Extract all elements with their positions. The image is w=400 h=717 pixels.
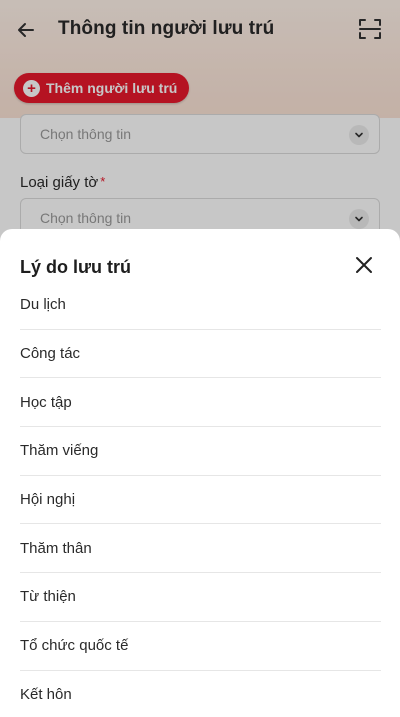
option-hoc-tap[interactable]: Học tập [20, 378, 381, 428]
sheet-title: Lý do lưu trú [20, 257, 132, 277]
reason-bottom-sheet: Lý do lưu trú Du lịch Công tác Học tập T… [0, 229, 400, 717]
close-button[interactable] [352, 253, 376, 277]
option-tham-than[interactable]: Thăm thân [20, 524, 381, 574]
option-tham-vieng[interactable]: Thăm viếng [20, 427, 381, 476]
option-to-chuc-quoc-te[interactable]: Tổ chức quốc tế [20, 622, 381, 671]
reason-options-list: Du lịch Công tác Học tập Thăm viếng Hội … [20, 281, 381, 717]
option-ket-hon[interactable]: Kết hôn [20, 671, 381, 717]
option-tu-thien[interactable]: Từ thiện [20, 573, 381, 622]
option-hoi-nghi[interactable]: Hội nghị [20, 476, 381, 525]
close-icon [356, 257, 372, 273]
option-cong-tac[interactable]: Công tác [20, 330, 381, 379]
option-du-lich[interactable]: Du lịch [20, 281, 381, 330]
